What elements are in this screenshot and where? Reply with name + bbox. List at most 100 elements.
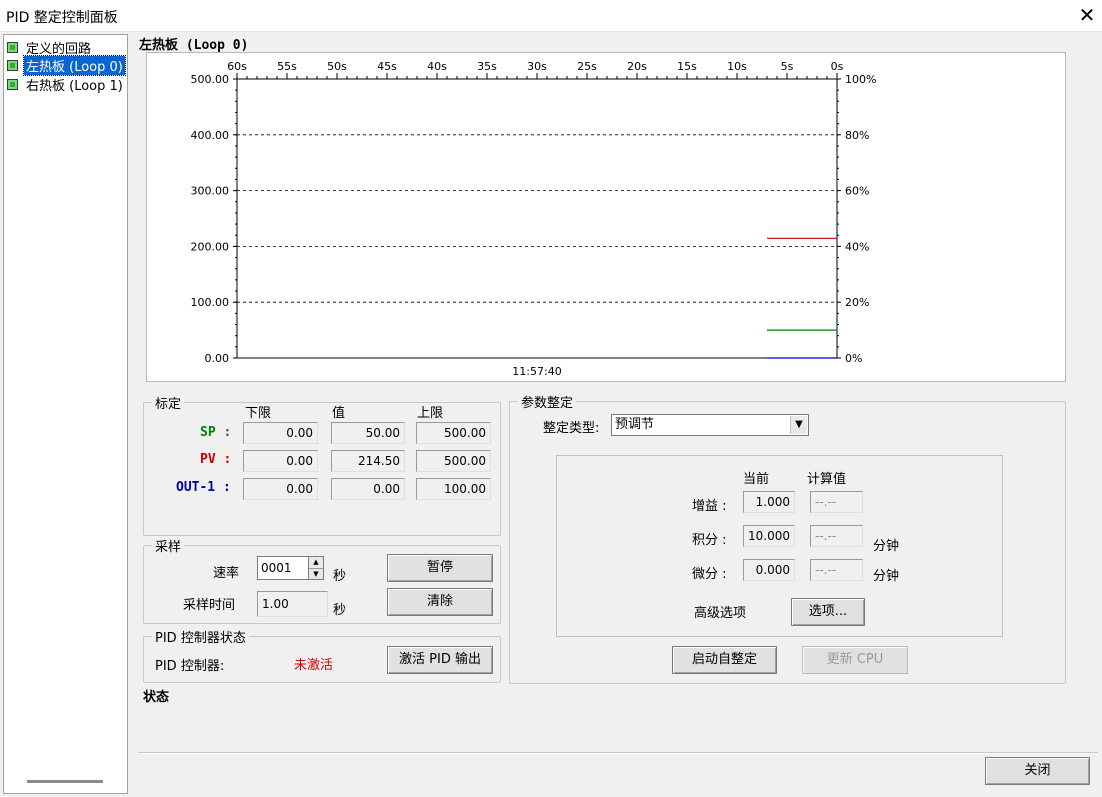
out1-high-field: 100.00 xyxy=(416,478,491,500)
y-right-tick-label: 0% xyxy=(845,352,862,365)
header-low: 下限 xyxy=(245,406,272,421)
x-tick-label: 10s xyxy=(727,60,747,73)
derivative-unit: 分钟 xyxy=(873,569,900,584)
sp-label: SP : xyxy=(200,425,232,440)
y-left-tick-label: 300.00 xyxy=(191,185,230,198)
tree-item-label: 定义的回路 xyxy=(26,41,92,57)
sample-time-field: 1.00 xyxy=(257,591,328,617)
out1-low-field: 0.00 xyxy=(243,478,318,500)
derivative-label: 微分 : xyxy=(692,567,727,582)
gain-current-field: 1.000 xyxy=(743,491,795,513)
integral-label: 积分 : xyxy=(692,533,727,548)
close-icon[interactable]: ✕ xyxy=(1076,3,1098,27)
window-title: PID 整定控制面板 xyxy=(6,10,118,26)
tuning-type-value: 预调节 xyxy=(615,417,655,432)
y-left-tick-label: 0.00 xyxy=(205,352,230,365)
window-title-bar: PID 整定控制面板 ✕ xyxy=(0,0,1102,32)
tree-item-loop-1[interactable]: 右热板 (Loop 1) xyxy=(7,75,125,94)
header-current: 当前 xyxy=(743,472,770,487)
footer-separator xyxy=(138,752,1098,754)
pv-low-field: 0.00 xyxy=(243,450,318,472)
sampling-legend: 采样 xyxy=(155,540,182,555)
out1-value-field: 0.00 xyxy=(331,478,405,500)
y-right-tick-label: 20% xyxy=(845,296,869,309)
sp-high-field: 500.00 xyxy=(416,422,491,444)
header-high: 上限 xyxy=(417,406,444,421)
x-tick-label: 15s xyxy=(677,60,697,73)
gain-computed-field: --.-- xyxy=(810,491,863,513)
x-tick-label: 35s xyxy=(477,60,497,73)
spin-up-icon[interactable]: ▲ xyxy=(309,557,323,568)
pv-high-field: 500.00 xyxy=(416,450,491,472)
integral-computed-field: --.-- xyxy=(810,525,863,547)
sp-low-field: 0.00 xyxy=(243,422,318,444)
sample-time-label: 采样时间 xyxy=(183,598,236,613)
x-tick-label: 40s xyxy=(427,60,447,73)
tuning-legend: 参数整定 xyxy=(521,396,574,411)
pv-value-field: 214.50 xyxy=(331,450,405,472)
tree-item-label: 右热板 (Loop 1) xyxy=(26,78,123,94)
x-tick-label: 5s xyxy=(781,60,794,73)
y-right-tick-label: 100% xyxy=(845,73,876,86)
pid-controller-label: PID 控制器: xyxy=(155,659,225,674)
chevron-down-icon[interactable]: ▼ xyxy=(790,416,807,434)
out1-label: OUT-1 : xyxy=(176,480,231,495)
rate-label: 速率 xyxy=(213,566,240,581)
sample-time-unit: 秒 xyxy=(333,603,347,618)
header-value: 值 xyxy=(332,406,346,421)
derivative-current-field: 0.000 xyxy=(743,559,795,581)
activate-pid-output-button[interactable]: 激活 PID 输出 xyxy=(387,646,493,674)
loop-tree: 定义的回路 左热板 (Loop 0) 右热板 (Loop 1) xyxy=(3,34,128,794)
trend-chart: 500.00 100% 400.00 80% 300.00 60% 200.00 40% 100… xyxy=(146,52,1066,382)
x-tick-label: 55s xyxy=(277,60,297,73)
rate-unit: 秒 xyxy=(333,569,347,584)
trend-chart-svg: 500.00 100% 400.00 80% 300.00 60% 200.00 40% 100… xyxy=(191,60,877,378)
sp-value-field: 50.00 xyxy=(331,422,405,444)
y-left-tick-label: 100.00 xyxy=(191,296,230,309)
derivative-computed-field: --.-- xyxy=(810,559,863,581)
calibration-legend: 标定 xyxy=(155,397,182,412)
y-right-tick-label: 40% xyxy=(845,240,869,253)
tuning-type-select[interactable]: 预调节 ▼ xyxy=(611,414,809,436)
advanced-options-label: 高级选项 xyxy=(694,606,747,621)
loop-node-icon xyxy=(7,78,18,90)
header-computed: 计算值 xyxy=(807,472,847,487)
tree-item-defined-loops[interactable]: 定义的回路 xyxy=(7,38,93,57)
y-right-tick-label: 80% xyxy=(845,129,869,142)
x-tick-label: 0s xyxy=(831,60,844,73)
update-cpu-button[interactable]: 更新 CPU xyxy=(802,646,908,674)
rate-input[interactable]: 0001 xyxy=(257,556,309,580)
status-label: 状态 xyxy=(143,690,170,705)
x-tick-label: 20s xyxy=(627,60,647,73)
loop-node-icon xyxy=(7,59,18,71)
integral-current-field: 10.000 xyxy=(743,525,795,547)
y-left-tick-label: 400.00 xyxy=(191,129,230,142)
x-tick-label: 30s xyxy=(527,60,547,73)
x-tick-label: 45s xyxy=(377,60,397,73)
start-autotune-button[interactable]: 启动自整定 xyxy=(672,646,777,674)
plot-area xyxy=(236,78,838,359)
pv-label: PV : xyxy=(200,452,232,467)
pid-state-text: 未激活 xyxy=(294,658,334,673)
spin-down-icon[interactable]: ▼ xyxy=(309,568,323,579)
rate-spinner[interactable]: ▲ ▼ xyxy=(308,556,324,580)
y-left-tick-label: 200.00 xyxy=(191,240,230,253)
pause-button[interactable]: 暂停 xyxy=(387,554,493,582)
tree-item-loop-0[interactable]: 左热板 (Loop 0) xyxy=(7,54,126,76)
clear-button[interactable]: 清除 xyxy=(387,588,493,616)
timestamp-label: 11:57:40 xyxy=(512,365,561,378)
gain-label: 增益 : xyxy=(692,499,727,514)
integral-unit: 分钟 xyxy=(873,539,900,554)
x-tick-label: 50s xyxy=(327,60,347,73)
tree-item-label: 左热板 (Loop 0) xyxy=(23,54,126,76)
close-button[interactable]: 关闭 xyxy=(985,757,1090,785)
loop-node-icon xyxy=(7,41,18,53)
y-left-tick-label: 500.00 xyxy=(191,73,230,86)
tuning-type-label: 整定类型: xyxy=(543,421,600,436)
options-button[interactable]: 选项... xyxy=(791,598,865,626)
x-tick-label: 60s xyxy=(227,60,247,73)
chart-title: 左热板 (Loop 0) xyxy=(139,38,249,53)
x-tick-label: 25s xyxy=(577,60,597,73)
y-right-tick-label: 60% xyxy=(845,185,869,198)
tree-horizontal-scrollbar[interactable] xyxy=(27,780,103,783)
